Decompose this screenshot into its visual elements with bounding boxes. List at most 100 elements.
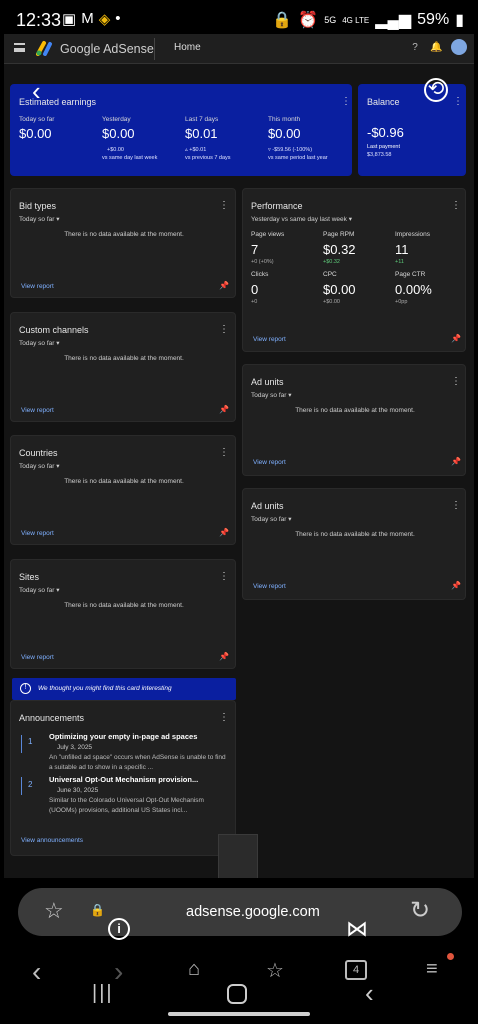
metric-value: $0.00: [102, 126, 135, 141]
more-icon[interactable]: ⋮: [219, 201, 229, 211]
metric-label: Today so far: [19, 116, 55, 123]
view-report-link[interactable]: View report: [21, 283, 54, 290]
pin-icon[interactable]: 📌: [219, 529, 229, 537]
pin-icon[interactable]: 📌: [219, 653, 229, 661]
bookmark-star-icon[interactable]: ☆: [44, 898, 64, 924]
period-selector[interactable]: Today so far ▾: [19, 215, 60, 223]
more-icon[interactable]: ⋮: [341, 97, 351, 107]
gesture-handle[interactable]: [168, 1012, 310, 1016]
metric-change: ▵ +$0.01: [185, 147, 207, 153]
bell-icon[interactable]: 🔔: [430, 42, 442, 54]
alarm-icon: ⏰: [298, 12, 319, 29]
metric-compare: vs previous 7 days: [185, 155, 231, 161]
sites-card: Sites ⋮ Today so far ▾ There is no data …: [10, 559, 236, 669]
metric-value: $0.01: [185, 126, 218, 141]
more-icon[interactable]: ⋮: [219, 572, 229, 582]
back-overlay-icon[interactable]: ‹: [32, 76, 41, 107]
period-selector[interactable]: Today so far ▾: [19, 586, 60, 594]
period-selector[interactable]: Today so far ▾: [19, 339, 60, 347]
card-title: Ad units: [251, 501, 284, 511]
adsense-logo: [36, 41, 52, 56]
announcement-marker: [21, 735, 22, 753]
empty-message: There is no data available at the moment…: [295, 407, 415, 414]
more-icon[interactable]: ⋮: [451, 501, 461, 511]
metric-value: $0.00: [19, 126, 52, 141]
more-icon[interactable]: ⋮: [453, 97, 463, 107]
system-home-icon[interactable]: [227, 984, 247, 1004]
binance-icon: ◈: [98, 11, 111, 28]
view-report-link[interactable]: View report: [21, 407, 54, 414]
page-info-icon[interactable]: i: [108, 918, 130, 940]
page-title: Home: [174, 42, 201, 53]
bid-types-card: Bid types ⋮ Today so far ▾ There is no d…: [10, 188, 236, 298]
pin-icon[interactable]: 📌: [451, 335, 461, 343]
countries-card: Countries ⋮ Today so far ▾ There is no d…: [10, 435, 236, 545]
period-selector[interactable]: Today so far ▾: [251, 391, 292, 399]
view-report-link[interactable]: View report: [21, 654, 54, 661]
pin-icon[interactable]: 📌: [219, 282, 229, 290]
period-label: Today so far: [19, 463, 55, 470]
empty-message: There is no data available at the moment…: [64, 478, 184, 485]
card-title: Estimated earnings: [19, 97, 97, 107]
metric-change: +11: [395, 259, 404, 265]
view-report-link[interactable]: View report: [253, 583, 286, 590]
share-icon[interactable]: ⋈: [346, 916, 368, 942]
period-selector[interactable]: Today so far ▾: [251, 515, 292, 523]
gallery-icon: ▣: [62, 11, 77, 28]
signal-label: 4G LTE: [342, 15, 370, 25]
more-icon[interactable]: ⋮: [451, 201, 461, 211]
announcement-title[interactable]: Optimizing your empty in-page ad spaces: [49, 732, 197, 741]
system-back-icon[interactable]: ‹: [365, 978, 374, 1009]
metric-value: 11: [395, 242, 409, 257]
view-announcements-link[interactable]: View announcements: [21, 837, 83, 844]
period-label: Today so far: [19, 340, 55, 347]
more-icon[interactable]: ⋮: [219, 448, 229, 458]
estimated-earnings-card: Estimated earnings ⋮ Today so far $0.00 …: [10, 84, 352, 176]
more-icon[interactable]: ⋮: [219, 713, 229, 723]
help-icon[interactable]: ?: [409, 42, 421, 54]
card-title: Ad units: [251, 377, 284, 387]
last-payment-value: $3,873.58: [367, 152, 392, 158]
card-title: Countries: [19, 448, 58, 458]
period-selector[interactable]: Today so far ▾: [19, 462, 60, 470]
pin-icon[interactable]: 📌: [451, 582, 461, 590]
announcement-title[interactable]: Universal Opt-Out Mechanism provision...: [49, 775, 198, 784]
recents-icon[interactable]: |||: [92, 982, 114, 1005]
metric-compare: vs same day last week: [102, 155, 158, 161]
metric-label: Clicks: [251, 271, 269, 278]
adsense-header: Google AdSense Home ? 🔔: [4, 34, 474, 64]
empty-message: There is no data available at the moment…: [64, 355, 184, 362]
browser-address-bar[interactable]: ☆ 🔒 adsense.google.com ↻: [18, 888, 462, 936]
more-icon[interactable]: ⋮: [451, 377, 461, 387]
ad-units-card-2: Ad units ⋮ Today so far ▾ There is no da…: [242, 488, 466, 600]
dropdown-icon: ▾: [348, 216, 352, 223]
balance-value: -$0.96: [367, 125, 404, 140]
dropdown-icon: ▾: [56, 340, 60, 347]
reload-icon[interactable]: ↻: [410, 896, 430, 925]
ad-units-card: Ad units ⋮ Today so far ▾ There is no da…: [242, 364, 466, 476]
view-report-link[interactable]: View report: [253, 459, 286, 466]
rotate-icon[interactable]: ⟲: [424, 78, 448, 102]
url-text[interactable]: adsense.google.com: [186, 904, 320, 920]
menu-icon[interactable]: [14, 43, 25, 52]
avatar[interactable]: [451, 39, 467, 55]
balance-card: Balance ⋮ -$0.96 Last payment $3,873.58: [358, 84, 466, 176]
announcement-date: July 3, 2025: [57, 744, 93, 751]
system-nav: ||| ‹: [0, 976, 478, 1024]
network-badge: 5G: [324, 15, 337, 25]
tab-count: 4: [352, 964, 360, 976]
view-report-link[interactable]: View report: [253, 336, 286, 343]
period-label: Today so far: [251, 392, 287, 399]
more-icon[interactable]: ⋮: [219, 325, 229, 335]
period-selector[interactable]: Yesterday vs same day last week ▾: [251, 215, 352, 223]
view-report-link[interactable]: View report: [21, 530, 54, 537]
last-payment-label: Last payment: [367, 144, 401, 150]
pin-icon[interactable]: 📌: [219, 406, 229, 414]
tab-thumbnail[interactable]: [218, 834, 258, 878]
pin-icon[interactable]: 📌: [451, 458, 461, 466]
metric-label: Yesterday: [102, 116, 131, 123]
metric-change: +$0.00: [107, 147, 124, 153]
period-label: Today so far: [19, 216, 55, 223]
dashboard: Estimated earnings ⋮ Today so far $0.00 …: [4, 64, 474, 878]
info-icon: !: [20, 683, 31, 694]
